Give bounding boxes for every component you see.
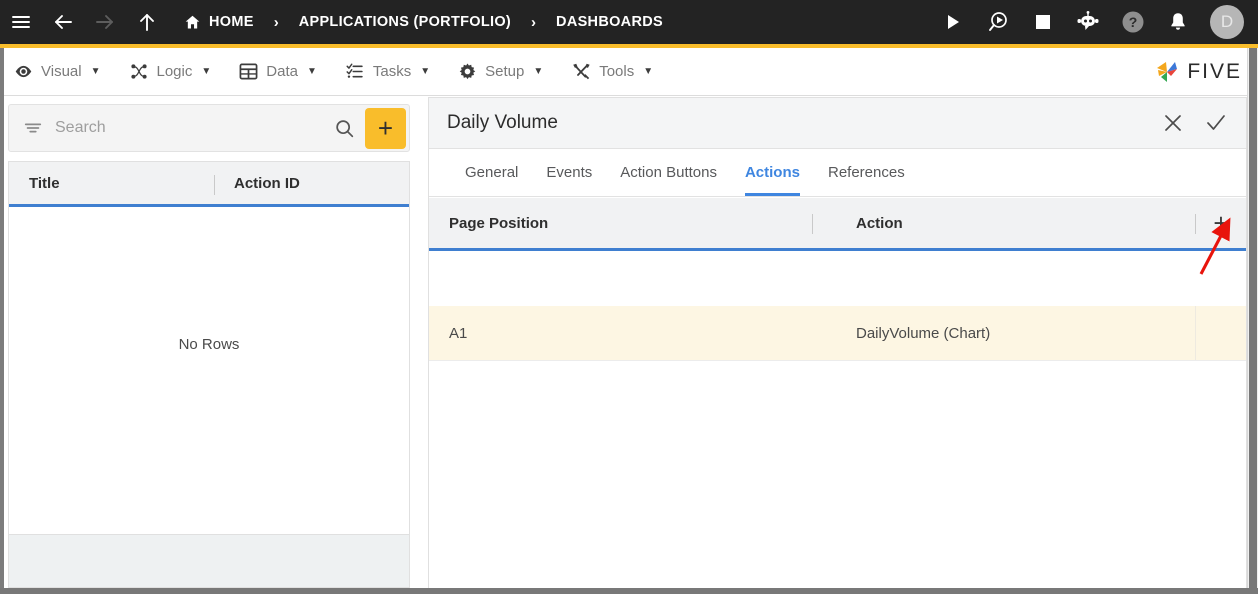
search-input[interactable] <box>55 119 324 137</box>
table-row[interactable]: A1 DailyVolume (Chart) <box>429 306 1246 361</box>
search-magnifier-icon[interactable] <box>324 118 365 139</box>
left-scrollbar-thumb[interactable] <box>0 48 4 588</box>
menu-label-data: Data <box>266 63 298 80</box>
column-divider <box>214 175 215 195</box>
detail-panel-tabs: General Events Action Buttons Actions Re… <box>429 149 1246 197</box>
menu-item-visual[interactable]: Visual ▼ <box>0 48 115 96</box>
horizontal-scrollbar[interactable] <box>0 588 1258 594</box>
home-icon <box>184 14 201 31</box>
svg-text:?: ? <box>1129 14 1138 30</box>
eye-icon <box>14 62 33 81</box>
page-title: Daily Volume <box>447 112 558 133</box>
breadcrumb-label-applications: APPLICATIONS (PORTFOLIO) <box>298 14 512 30</box>
left-data-grid: Title Action ID No Rows <box>8 161 410 588</box>
menu-item-data[interactable]: Data ▼ <box>225 48 331 96</box>
tab-references[interactable]: References <box>814 149 919 196</box>
breadcrumb-item-home[interactable]: HOME <box>178 0 260 44</box>
menu-label-tasks: Tasks <box>372 63 412 80</box>
menu-label-setup: Setup <box>485 63 525 80</box>
tab-action-buttons[interactable]: Action Buttons <box>606 149 731 196</box>
vertical-scrollbar[interactable] <box>1247 48 1258 588</box>
hamburger-menu-icon[interactable] <box>0 0 42 44</box>
five-logo: FIVE <box>1154 59 1258 85</box>
actions-grid-header-row: Page Position Action + <box>429 198 1246 251</box>
main-menu-bar: Visual ▼ Logic ▼ Data ▼ Tasks ▼ Setup ▼ … <box>0 48 1258 96</box>
gear-icon <box>458 62 477 81</box>
tab-events[interactable]: Events <box>532 149 606 196</box>
chat-bot-icon[interactable] <box>1067 0 1109 44</box>
topbar-actions: ? D <box>932 0 1258 44</box>
up-arrow-icon[interactable] <box>126 0 168 44</box>
chevron-down-icon: ▼ <box>533 66 544 77</box>
cell-page-position: A1 <box>449 324 468 342</box>
chevron-down-icon: ▼ <box>420 66 431 77</box>
debug-magnifier-play-icon[interactable] <box>977 0 1019 44</box>
chevron-down-icon: ▼ <box>90 66 101 77</box>
cell-action: DailyVolume (Chart) <box>856 324 991 342</box>
menu-label-tools: Tools <box>599 63 635 80</box>
left-column-header-action-id[interactable]: Action ID <box>214 175 300 192</box>
breadcrumb-item-dashboards[interactable]: DASHBOARDS <box>550 0 669 44</box>
checklist-icon <box>345 62 365 81</box>
row-divider <box>1195 306 1196 360</box>
forward-arrow-icon[interactable] <box>84 0 126 44</box>
actions-grid-body: A1 DailyVolume (Chart) <box>429 306 1246 588</box>
tab-general[interactable]: General <box>451 149 532 196</box>
breadcrumb-label-home: HOME <box>209 14 254 30</box>
menu-item-tools[interactable]: Tools ▼ <box>557 48 667 96</box>
confirm-check-icon[interactable] <box>1204 111 1228 135</box>
column-divider <box>812 214 813 234</box>
notifications-bell-icon[interactable] <box>1157 0 1199 44</box>
column-header-action[interactable]: Action <box>834 215 1246 232</box>
five-logo-text: FIVE <box>1187 59 1242 83</box>
breadcrumb-label-dashboards: DASHBOARDS <box>556 14 663 30</box>
tools-icon <box>571 62 591 81</box>
add-action-row-button[interactable]: + <box>1206 208 1236 238</box>
help-question-icon[interactable]: ? <box>1112 0 1154 44</box>
run-play-icon[interactable] <box>932 0 974 44</box>
left-list-panel: + Title Action ID No Rows <box>0 97 418 588</box>
application-window: HOME › APPLICATIONS (PORTFOLIO) › DASHBO… <box>0 0 1258 594</box>
left-grid-body: No Rows <box>9 207 409 534</box>
left-grid-pagination-footer[interactable] <box>9 534 409 587</box>
logic-nodes-icon <box>129 62 149 81</box>
menu-label-logic: Logic <box>156 63 193 80</box>
chevron-down-icon: ▼ <box>201 66 212 77</box>
actions-data-grid: Page Position Action + A1 DailyVolume (C… <box>429 198 1246 588</box>
left-grid-header-row: Title Action ID <box>9 161 409 207</box>
add-record-button[interactable]: + <box>365 107 406 149</box>
detail-panel-header: Daily Volume <box>429 98 1246 149</box>
chevron-down-icon: ▼ <box>306 66 317 77</box>
left-column-header-title[interactable]: Title <box>9 175 214 192</box>
detail-panel: Daily Volume General Events Action Butto… <box>428 97 1247 588</box>
window-left-edge <box>0 48 4 588</box>
vertical-scrollbar-thumb[interactable] <box>1249 48 1257 588</box>
table-grid-icon <box>239 62 258 81</box>
detail-panel-header-actions <box>1162 111 1228 135</box>
stop-square-icon[interactable] <box>1022 0 1064 44</box>
menu-item-logic[interactable]: Logic ▼ <box>115 48 226 96</box>
close-icon[interactable] <box>1162 112 1184 134</box>
menu-label-visual: Visual <box>41 63 82 80</box>
column-divider <box>1195 214 1196 234</box>
breadcrumb-separator-1: › <box>273 13 279 31</box>
menu-item-tasks[interactable]: Tasks ▼ <box>331 48 444 96</box>
breadcrumb-item-applications[interactable]: APPLICATIONS (PORTFOLIO) <box>293 0 517 44</box>
user-avatar[interactable]: D <box>1210 5 1244 39</box>
chevron-down-icon: ▼ <box>643 66 654 77</box>
menu-item-setup[interactable]: Setup ▼ <box>444 48 557 96</box>
breadcrumb-separator-2: › <box>531 13 537 31</box>
empty-state-message: No Rows <box>178 336 240 353</box>
back-arrow-icon[interactable] <box>42 0 84 44</box>
tab-actions[interactable]: Actions <box>731 149 814 196</box>
filter-lines-icon[interactable] <box>9 118 55 138</box>
column-header-page-position[interactable]: Page Position <box>429 215 834 232</box>
top-navigation-bar: HOME › APPLICATIONS (PORTFOLIO) › DASHBO… <box>0 0 1258 44</box>
five-logo-mark-icon <box>1154 59 1180 85</box>
search-bar: + <box>8 104 410 152</box>
